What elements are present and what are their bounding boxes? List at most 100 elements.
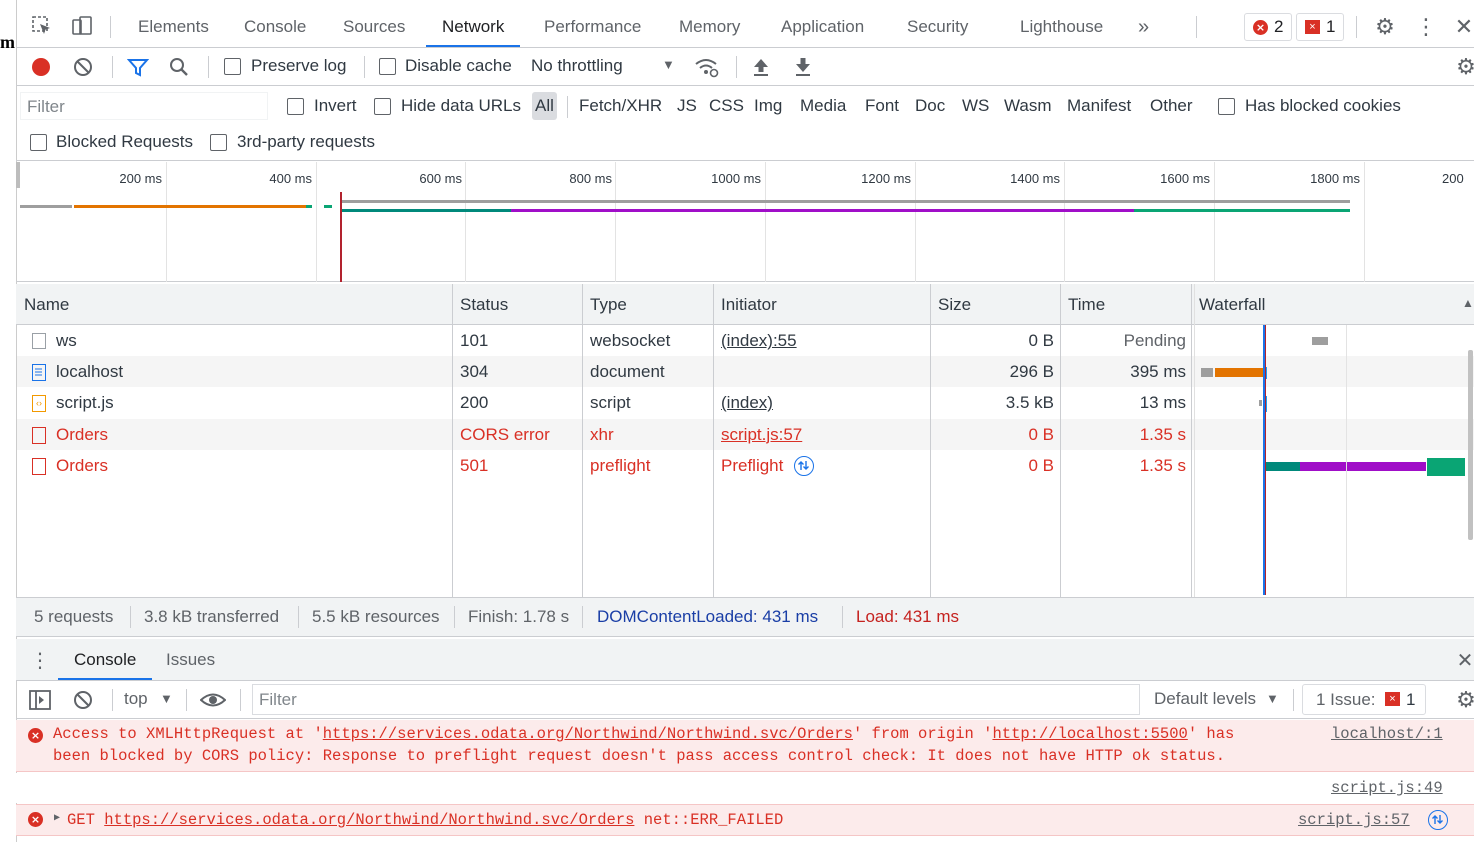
hide-data-urls-checkbox[interactable] — [374, 98, 391, 115]
message-url-link[interactable]: https://services.odata.org/Northwind/Nor… — [104, 811, 634, 829]
issues-count-badge[interactable]: × 1 — [1296, 13, 1345, 41]
network-overview[interactable]: 200 ms 400 ms 600 ms 800 ms 1000 ms 1200… — [16, 162, 1474, 282]
live-expression-eye-icon[interactable] — [200, 689, 226, 711]
close-devtools-icon[interactable]: ✕ — [1454, 14, 1474, 40]
settings-gear-icon[interactable]: ⚙ — [1372, 14, 1398, 40]
row-status: CORS error — [460, 425, 550, 444]
network-settings-gear-icon[interactable]: ⚙ — [1454, 54, 1474, 79]
overview-bar — [341, 200, 1350, 203]
overview-bar — [20, 205, 72, 208]
filter-input[interactable]: Filter — [20, 92, 268, 120]
drawer-menu-icon[interactable]: ⋮ — [30, 647, 50, 673]
context-dropdown-arrow-icon[interactable]: ▼ — [160, 691, 173, 706]
import-har-icon[interactable] — [750, 56, 772, 78]
drawer-tab-issues[interactable]: Issues — [166, 639, 215, 680]
tab-elements[interactable]: Elements — [138, 6, 209, 47]
more-options-icon[interactable]: ⋮ — [1415, 14, 1437, 40]
blocked-requests-checkbox[interactable] — [30, 134, 47, 151]
filter-type-wasm[interactable]: Wasm — [1001, 92, 1055, 120]
tab-security[interactable]: Security — [907, 6, 968, 47]
message-source-link[interactable]: script.js:57 — [1298, 811, 1410, 829]
drawer-tab-console[interactable]: Console — [58, 639, 153, 680]
tab-performance[interactable]: Performance — [544, 6, 641, 47]
filter-type-fetch-xhr[interactable]: Fetch/XHR — [576, 92, 665, 120]
message-error-code: net::ERR_FAILED — [643, 811, 784, 829]
more-tabs-chevron-icon[interactable]: » — [1138, 6, 1149, 47]
message-origin-link[interactable]: http://localhost:5500 — [992, 725, 1187, 743]
filter-type-ws[interactable]: WS — [959, 92, 992, 120]
tab-memory[interactable]: Memory — [679, 6, 740, 47]
row-initiator-link[interactable]: script.js:57 — [721, 419, 802, 450]
log-levels-select[interactable]: Default levels — [1154, 689, 1256, 709]
console-filter-input[interactable]: Filter — [252, 684, 1140, 715]
filter-type-media[interactable]: Media — [797, 92, 849, 120]
export-har-icon[interactable] — [792, 56, 814, 78]
network-conditions-icon[interactable] — [694, 55, 720, 79]
column-status[interactable]: Status — [452, 284, 508, 325]
search-icon[interactable] — [168, 56, 190, 78]
tab-sources[interactable]: Sources — [343, 6, 405, 47]
preflight-link-icon[interactable] — [794, 456, 814, 476]
filter-type-all[interactable]: All — [532, 92, 557, 120]
row-initiator-link[interactable]: (index) — [721, 387, 773, 418]
show-sidebar-icon[interactable] — [28, 689, 52, 711]
filter-type-font[interactable]: Font — [862, 92, 902, 120]
tab-network[interactable]: Network — [426, 6, 521, 47]
column-initiator[interactable]: Initiator — [713, 284, 777, 325]
log-levels-dropdown-arrow-icon[interactable]: ▼ — [1266, 691, 1279, 706]
invert-checkbox[interactable] — [287, 98, 304, 115]
tab-console[interactable]: Console — [244, 6, 306, 47]
message-text: been blocked by CORS policy: Response to… — [53, 747, 1225, 765]
table-row[interactable]: Orders 501 preflight Preflight 0 B 1.35 … — [17, 450, 1474, 481]
console-settings-gear-icon[interactable]: ⚙ — [1454, 687, 1474, 712]
column-name[interactable]: Name — [16, 284, 69, 325]
third-party-requests-label: 3rd-party requests — [237, 132, 375, 151]
issues-button[interactable]: 1 Issue: × 1 — [1302, 684, 1426, 715]
network-request-link-icon[interactable] — [1428, 810, 1448, 830]
disable-cache-checkbox[interactable] — [379, 58, 396, 75]
third-party-requests-checkbox[interactable] — [210, 134, 227, 151]
tab-lighthouse[interactable]: Lighthouse — [1020, 6, 1103, 47]
filter-type-img[interactable]: Img — [751, 92, 785, 120]
column-time[interactable]: Time — [1060, 284, 1105, 325]
close-drawer-icon[interactable]: ✕ — [1456, 647, 1474, 673]
throttling-select[interactable]: No throttling — [531, 56, 623, 76]
filter-type-doc[interactable]: Doc — [912, 92, 948, 120]
clear-console-icon[interactable] — [72, 689, 94, 711]
has-blocked-cookies-checkbox[interactable] — [1218, 98, 1235, 115]
row-initiator[interactable]: Preflight — [721, 450, 783, 481]
row-size: 3.5 kB — [1005, 393, 1054, 412]
filter-type-css[interactable]: CSS — [706, 92, 747, 120]
filter-funnel-icon[interactable] — [126, 56, 150, 78]
device-toolbar-icon[interactable] — [70, 14, 94, 38]
table-row[interactable]: localhost 304 document 296 B 395 ms — [17, 356, 1474, 387]
filter-type-js[interactable]: JS — [674, 92, 700, 120]
message-url-link[interactable]: https://services.odata.org/Northwind/Nor… — [323, 725, 853, 743]
table-row[interactable]: ‹› script.js 200 script (index) 3.5 kB 1… — [17, 387, 1474, 418]
table-row[interactable]: Orders CORS error xhr script.js:57 0 B 1… — [17, 419, 1474, 450]
preserve-log-checkbox[interactable] — [224, 58, 241, 75]
table-scrollbar[interactable] — [1468, 350, 1473, 540]
row-status: 200 — [460, 393, 489, 412]
table-row[interactable]: ws 101 websocket (index):55 0 B Pending — [17, 325, 1474, 356]
row-initiator-link[interactable]: (index):55 — [721, 325, 797, 356]
overview-bar — [324, 205, 332, 208]
column-waterfall[interactable]: Waterfall — [1191, 284, 1265, 325]
filter-type-manifest[interactable]: Manifest — [1064, 92, 1134, 120]
error-count-badge[interactable]: × 2 — [1244, 13, 1293, 41]
column-size[interactable]: Size — [930, 284, 971, 325]
clear-icon[interactable] — [72, 56, 94, 78]
overview-bar — [511, 209, 1134, 212]
tab-application[interactable]: Application — [781, 6, 864, 47]
message-source-link[interactable]: localhost/:1 — [1331, 725, 1443, 743]
expand-triangle-icon[interactable]: ▶ — [54, 812, 60, 824]
filter-type-other[interactable]: Other — [1147, 92, 1196, 120]
waterfall-load-marker — [1265, 325, 1266, 595]
message-source-link[interactable]: script.js:49 — [1331, 779, 1443, 797]
sort-up-icon[interactable]: ▲ — [1462, 296, 1474, 310]
context-selector[interactable]: top — [124, 689, 148, 709]
record-icon[interactable] — [30, 56, 52, 78]
inspect-element-icon[interactable] — [30, 14, 54, 38]
column-type[interactable]: Type — [582, 284, 627, 325]
throttling-dropdown-arrow-icon[interactable]: ▼ — [662, 57, 675, 72]
